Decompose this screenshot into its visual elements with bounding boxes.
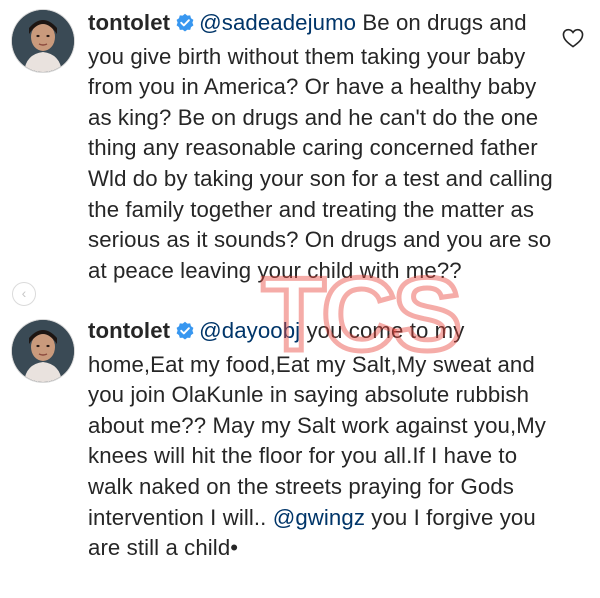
- comment-body: Be on drugs and you give birth without t…: [88, 10, 553, 283]
- avatar[interactable]: [12, 10, 74, 72]
- mention-link[interactable]: @dayoobj: [199, 318, 300, 343]
- verified-badge-icon: [175, 11, 195, 42]
- comment-body: you come to my home,Eat my food,Eat my S…: [88, 318, 547, 530]
- heart-icon[interactable]: [562, 28, 584, 53]
- chevron-left-icon[interactable]: ‹: [12, 282, 36, 306]
- comment-username[interactable]: tontolet: [88, 10, 170, 35]
- avatar-image: [12, 320, 74, 382]
- mention-link[interactable]: @sadeadejumo: [199, 10, 356, 35]
- mention-link[interactable]: @gwingz: [273, 505, 365, 530]
- avatar-image: [12, 10, 74, 72]
- comment-text: tontolet @dayoobj you come to my home,Eat…: [88, 316, 558, 564]
- avatar[interactable]: [12, 320, 74, 382]
- comment-screenshot: tontolet @sadeadejumo Be on drugs and you…: [0, 0, 600, 598]
- verified-badge-icon: [175, 319, 195, 350]
- comment-username[interactable]: tontolet: [88, 318, 170, 343]
- comment-text: tontolet @sadeadejumo Be on drugs and you…: [88, 8, 558, 286]
